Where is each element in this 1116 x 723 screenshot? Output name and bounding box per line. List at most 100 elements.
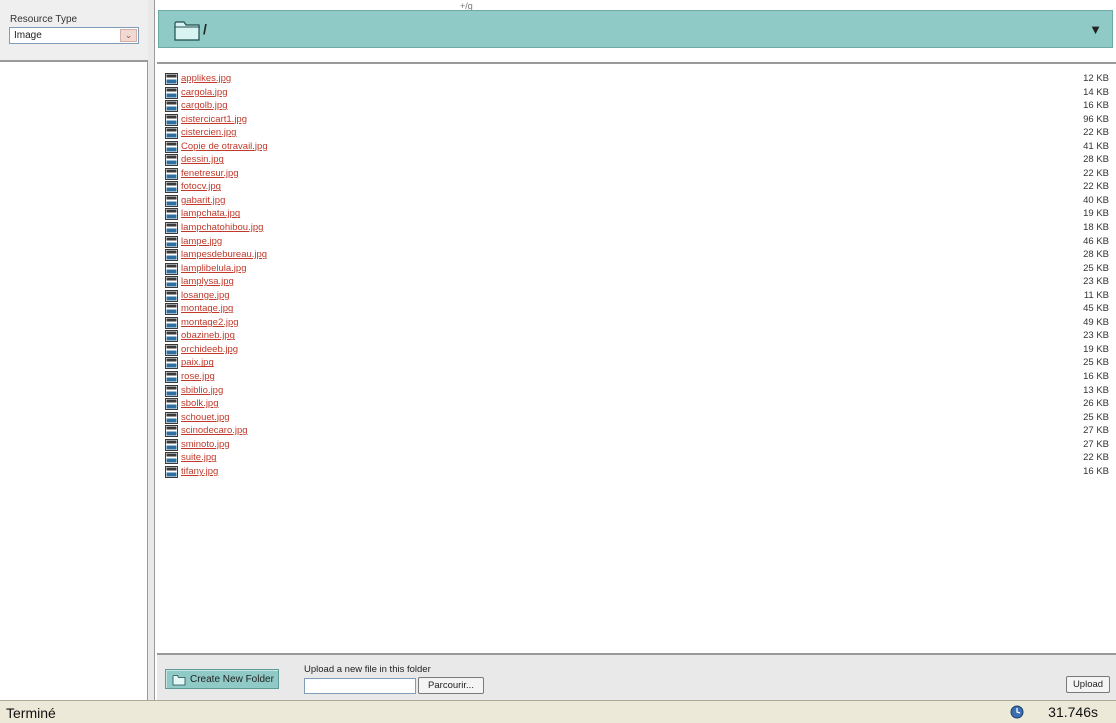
file-row[interactable]: applikes.jpg 12 KB — [164, 72, 1109, 86]
file-size: 25 KB — [1083, 262, 1109, 274]
file-row[interactable]: lampesdebureau.jpg 28 KB — [164, 248, 1109, 262]
file-name-link[interactable]: cargolb.jpg — [181, 100, 227, 111]
file-row[interactable]: schouet.jpg 25 KB — [164, 411, 1109, 425]
file-row[interactable]: paix.jpg 25 KB — [164, 356, 1109, 370]
image-file-icon — [165, 357, 178, 370]
file-row[interactable]: cargola.jpg 14 KB — [164, 86, 1109, 100]
file-row[interactable]: obazineb.jpg 23 KB — [164, 329, 1109, 343]
image-file-icon — [165, 289, 178, 302]
file-row[interactable]: sbolk.jpg 26 KB — [164, 397, 1109, 411]
image-file-icon — [165, 438, 178, 451]
file-row[interactable]: lampe.jpg 46 KB — [164, 235, 1109, 249]
file-size: 13 KB — [1083, 384, 1109, 396]
status-bar: Terminé 31.746s — [0, 700, 1116, 723]
file-row[interactable]: lampchatohibou.jpg 18 KB — [164, 221, 1109, 235]
file-size: 12 KB — [1083, 73, 1109, 84]
divider — [157, 62, 1116, 64]
file-row[interactable]: scinodecaro.jpg 27 KB — [164, 424, 1109, 438]
file-row[interactable]: suite.jpg 22 KB — [164, 451, 1109, 465]
file-size: 25 KB — [1083, 411, 1109, 423]
file-name-link[interactable]: dessin.jpg — [181, 154, 224, 165]
file-row[interactable]: montage.jpg 45 KB — [164, 302, 1109, 316]
file-size: 23 KB — [1083, 276, 1109, 288]
file-row[interactable]: losange.jpg 11 KB — [164, 289, 1109, 303]
file-name-link[interactable]: losange.jpg — [181, 290, 230, 301]
file-row[interactable]: lamplysa.jpg 23 KB — [164, 275, 1109, 289]
image-file-icon — [165, 249, 178, 262]
image-file-icon — [165, 384, 178, 397]
file-name-link[interactable]: schouet.jpg — [181, 412, 230, 423]
file-row[interactable]: montage2.jpg 49 KB — [164, 316, 1109, 330]
file-size: 22 KB — [1083, 452, 1109, 464]
file-name-link[interactable]: tifany.jpg — [181, 466, 218, 477]
image-file-icon — [165, 154, 178, 167]
file-name-link[interactable]: lampesdebureau.jpg — [181, 249, 267, 260]
file-name-link[interactable]: fenetresur.jpg — [181, 168, 239, 179]
image-file-icon — [165, 371, 178, 384]
image-file-icon — [165, 194, 178, 207]
file-name-link[interactable]: Copie de otravail.jpg — [181, 141, 268, 152]
upload-button-label: Upload — [1072, 679, 1104, 690]
file-name-link[interactable]: applikes.jpg — [181, 73, 231, 84]
panel-splitter[interactable] — [148, 0, 155, 700]
image-file-icon — [165, 167, 178, 180]
image-file-icon — [165, 425, 178, 438]
file-name-link[interactable]: lampchatohibou.jpg — [181, 222, 263, 233]
file-row[interactable]: fenetresur.jpg 22 KB — [164, 167, 1109, 181]
file-row[interactable]: cistercicart1.jpg 96 KB — [164, 113, 1109, 127]
file-name-link[interactable]: rose.jpg — [181, 371, 215, 382]
file-row[interactable]: sminoto.jpg 27 KB — [164, 438, 1109, 452]
resource-type-panel: Resource Type Image ⌄ — [0, 0, 148, 62]
file-name-link[interactable]: montage.jpg — [181, 303, 233, 314]
image-file-icon — [165, 398, 178, 411]
file-name-link[interactable]: lampchata.jpg — [181, 208, 240, 219]
file-name-link[interactable]: lampe.jpg — [181, 236, 222, 247]
file-row[interactable]: Copie de otravail.jpg 41 KB — [164, 140, 1109, 154]
file-name-link[interactable]: obazineb.jpg — [181, 330, 235, 341]
file-size: 45 KB — [1083, 303, 1109, 315]
file-name-link[interactable]: cistercicart1.jpg — [181, 114, 247, 125]
file-name-link[interactable]: cargola.jpg — [181, 87, 227, 98]
file-row[interactable]: gabarit.jpg 40 KB — [164, 194, 1109, 208]
file-size: 46 KB — [1083, 235, 1109, 247]
file-name-link[interactable]: sbolk.jpg — [181, 398, 219, 409]
folder-dropdown-icon[interactable]: ▼ — [1089, 22, 1102, 37]
resource-type-select[interactable]: Image ⌄ — [9, 27, 139, 44]
file-name-link[interactable]: sbiblio.jpg — [181, 385, 223, 396]
file-row[interactable]: rose.jpg 16 KB — [164, 370, 1109, 384]
file-name-link[interactable]: orchideeb.jpg — [181, 344, 238, 355]
file-row[interactable]: cargolb.jpg 16 KB — [164, 99, 1109, 113]
status-timer: 31.746s — [1048, 704, 1098, 720]
file-name-link[interactable]: cistercien.jpg — [181, 127, 236, 138]
file-name-link[interactable]: fotocv.jpg — [181, 181, 221, 192]
image-file-icon — [165, 262, 178, 275]
file-name-link[interactable]: lamplysa.jpg — [181, 276, 234, 287]
browse-button[interactable]: Parcourir... — [418, 677, 484, 694]
file-row[interactable]: tifany.jpg 16 KB — [164, 465, 1109, 479]
file-name-link[interactable]: paix.jpg — [181, 357, 214, 368]
file-name-link[interactable]: lamplibelula.jpg — [181, 263, 246, 274]
file-size: 18 KB — [1083, 222, 1109, 234]
file-size: 19 KB — [1083, 208, 1109, 220]
file-name-link[interactable]: sminoto.jpg — [181, 439, 230, 450]
file-size: 40 KB — [1083, 194, 1109, 206]
file-name-link[interactable]: gabarit.jpg — [181, 195, 225, 206]
folder-icon[interactable] — [173, 17, 203, 42]
file-row[interactable]: orchideeb.jpg 19 KB — [164, 343, 1109, 357]
file-row[interactable]: lampchata.jpg 19 KB — [164, 207, 1109, 221]
file-path-input[interactable] — [304, 678, 416, 694]
file-row[interactable]: cistercien.jpg 22 KB — [164, 126, 1109, 140]
create-new-folder-button[interactable]: Create New Folder — [165, 669, 279, 689]
file-name-link[interactable]: scinodecaro.jpg — [181, 425, 248, 436]
image-file-icon — [165, 411, 178, 424]
chevron-down-icon[interactable]: ⌄ — [120, 29, 137, 42]
file-row[interactable]: dessin.jpg 28 KB — [164, 153, 1109, 167]
file-name-link[interactable]: montage2.jpg — [181, 317, 239, 328]
file-row[interactable]: sbiblio.jpg 13 KB — [164, 384, 1109, 398]
file-size: 27 KB — [1083, 425, 1109, 437]
image-file-icon — [165, 276, 178, 289]
file-row[interactable]: lamplibelula.jpg 25 KB — [164, 262, 1109, 276]
file-name-link[interactable]: suite.jpg — [181, 452, 216, 463]
file-row[interactable]: fotocv.jpg 22 KB — [164, 180, 1109, 194]
upload-button[interactable]: Upload — [1066, 676, 1110, 693]
